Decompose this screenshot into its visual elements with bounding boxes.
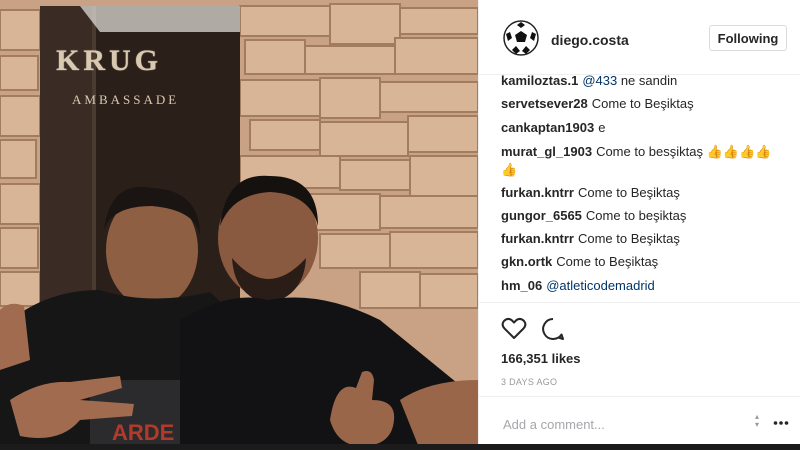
comment-text: Come to besşiktaş 👍👍👍👍 (596, 144, 772, 159)
resize-handle[interactable]: ▴ ▾ (751, 413, 763, 431)
sign-brand-text: KRUG (56, 44, 162, 77)
comment-item: furkan.kntrr Come to Beşiktaş (501, 231, 791, 247)
comment-text: Come to Beşiktaş (591, 96, 694, 111)
comment-username[interactable]: murat_gl_1903 (501, 144, 592, 159)
likes-count[interactable]: 166,351 likes (501, 351, 581, 366)
comment-text: Come to Beşiktaş (577, 185, 680, 200)
add-comment-bar: ▴▾ (479, 396, 800, 451)
more-options-icon[interactable] (773, 415, 789, 431)
post-timestamp: 3 DAYS AGO (501, 377, 558, 387)
post-photo[interactable]: ARDE KRUG AMBASSADE (0, 0, 478, 450)
comment-mention[interactable]: @433 (582, 74, 617, 88)
comment-item: kamiloztas.1 @433 ne sandin (501, 74, 791, 89)
comment-text: Come to beşiktaş (585, 208, 687, 223)
sign-subtitle-text: AMBASSADE (72, 92, 180, 107)
heart-icon[interactable] (501, 317, 527, 341)
add-comment-input[interactable] (501, 411, 745, 437)
soccer-ball-icon (503, 20, 539, 56)
comments-list[interactable]: kamiloztas.1 @433 ne sandin servetsever28… (479, 74, 800, 302)
comment-item: furkan.kntrr Come to Beşiktaş (501, 185, 791, 201)
svg-text:ARDE: ARDE (112, 420, 174, 445)
post-actions: 166,351 likes 3 DAYS AGO (479, 302, 800, 397)
comment-item: gkn.ortk Come to Beşiktaş (501, 254, 791, 270)
comment-icon[interactable] (541, 317, 565, 341)
comment-username[interactable]: hm_06 (501, 278, 542, 293)
comment-username[interactable]: kamiloztas.1 (501, 74, 578, 88)
comment-item-continued: 👍 (501, 162, 791, 178)
avatar[interactable] (503, 20, 539, 56)
comment-item: hm_06 @atleticodemadrid (501, 278, 791, 294)
comment-item: servetsever28 Come to Beşiktaş (501, 96, 791, 112)
comment-item: cankaptan1903 e (501, 120, 791, 136)
post-username[interactable]: diego.costa (551, 32, 629, 48)
comment-text: ne sandin (617, 74, 678, 88)
comment-username[interactable]: gkn.ortk (501, 254, 552, 269)
comment-text: Come to Beşiktaş (577, 231, 680, 246)
comment-username[interactable]: cankaptan1903 (501, 120, 594, 135)
comment-mention[interactable]: @atleticodemadrid (546, 278, 655, 293)
post-header: diego.costa Following (479, 0, 800, 75)
comment-text: 👍 (501, 162, 518, 177)
following-button[interactable]: Following (709, 25, 787, 51)
comment-username[interactable]: servetsever28 (501, 96, 588, 111)
comment-text: e (598, 120, 606, 135)
comment-username[interactable]: gungor_6565 (501, 208, 582, 223)
comment-item: murat_gl_1903 Come to besşiktaş 👍👍👍👍 (501, 144, 791, 160)
comment-username[interactable]: furkan.kntrr (501, 185, 574, 200)
comment-username[interactable]: furkan.kntrr (501, 231, 574, 246)
post-side-panel: diego.costa Following kamiloztas.1 @433 n… (478, 0, 800, 450)
bottom-edge (0, 444, 800, 450)
comment-item: gungor_6565 Come to beşiktaş (501, 208, 791, 224)
comment-text: Come to Beşiktaş (556, 254, 659, 269)
